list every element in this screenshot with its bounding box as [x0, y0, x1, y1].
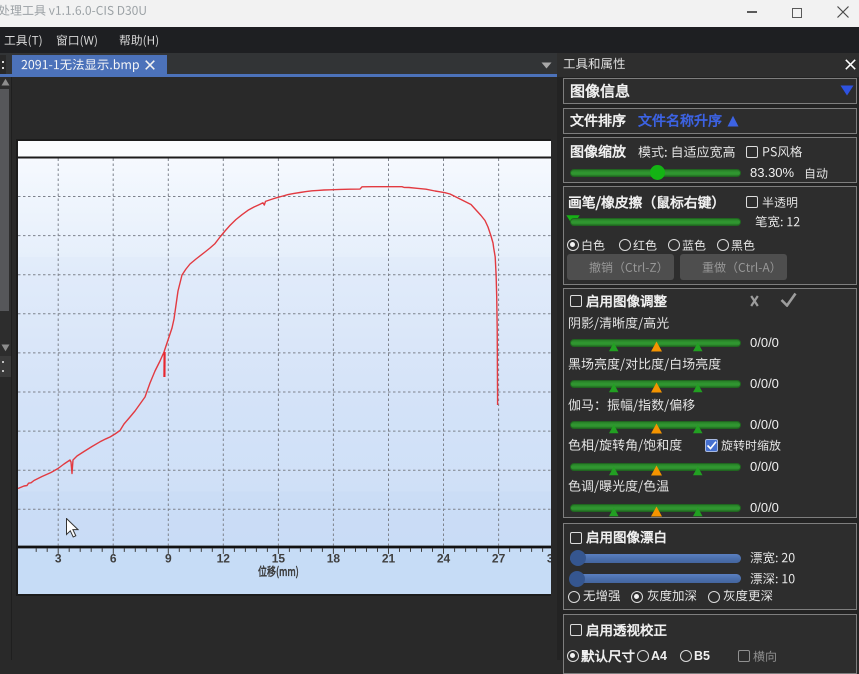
svg-text:27: 27	[492, 552, 506, 566]
svg-text:3: 3	[55, 552, 62, 566]
svg-text:30: 30	[547, 552, 551, 566]
svg-text:24: 24	[437, 552, 451, 566]
svg-text:15: 15	[272, 552, 286, 566]
svg-text:21: 21	[382, 552, 396, 566]
svg-text:12: 12	[217, 552, 231, 566]
svg-text:9: 9	[165, 552, 172, 566]
svg-text:6: 6	[110, 552, 117, 566]
svg-text:18: 18	[327, 552, 341, 566]
